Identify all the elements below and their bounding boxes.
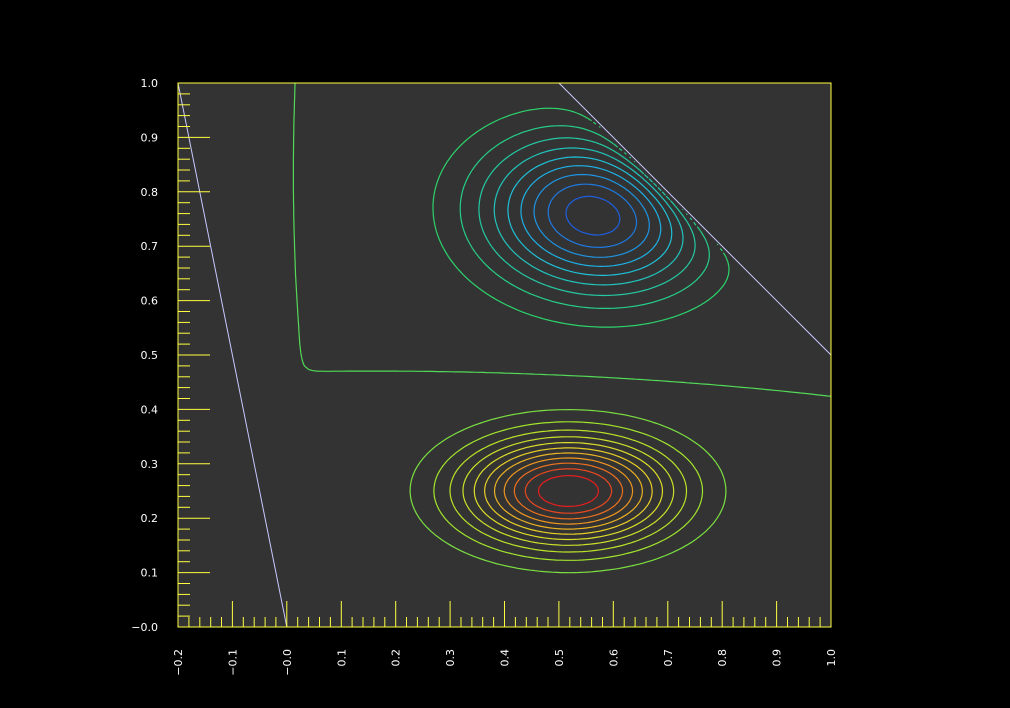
y-tick-label: 0.2 bbox=[141, 512, 159, 525]
y-tick-label: 0.4 bbox=[141, 403, 159, 416]
x-tick-label: 1.0 bbox=[825, 649, 838, 667]
x-tick-labels: −0.2 −0.1 −0.0 0.1 0.2 0.3 0.4 0.5 0.6 0.7 0.8 0.9 1… bbox=[172, 649, 838, 676]
plot-area bbox=[178, 83, 831, 627]
y-tick-label: 1.0 bbox=[141, 77, 159, 90]
x-tick-label: 0.6 bbox=[607, 649, 620, 667]
y-tick-label: 0.8 bbox=[141, 186, 159, 199]
x-tick-label: 0.2 bbox=[390, 649, 403, 667]
x-tick-label: 0.4 bbox=[499, 649, 512, 667]
x-tick-label: 0.8 bbox=[716, 649, 729, 667]
x-tick-label: 0.7 bbox=[662, 649, 675, 667]
y-tick-label: 0.5 bbox=[141, 349, 159, 362]
y-tick-label: 0.3 bbox=[141, 458, 159, 471]
y-tick-label: 0.1 bbox=[141, 567, 159, 580]
y-tick-label: 0.6 bbox=[141, 295, 159, 308]
y-tick-label: −0.0 bbox=[131, 621, 158, 634]
x-tick-label: 0.9 bbox=[771, 649, 784, 667]
y-tick-label: 0.7 bbox=[141, 240, 159, 253]
x-tick-label: −0.0 bbox=[281, 649, 294, 676]
x-tick-label: 0.5 bbox=[553, 649, 566, 667]
y-tick-label: 0.9 bbox=[141, 131, 159, 144]
x-tick-label: −0.2 bbox=[172, 649, 185, 676]
x-tick-label: 0.3 bbox=[444, 649, 457, 667]
y-tick-labels: −0.0 0.1 0.2 0.3 0.4 0.5 0.6 0.7 0.8 0.9 1.0 bbox=[131, 77, 158, 634]
x-tick-label: 0.1 bbox=[335, 649, 348, 667]
x-tick-label: −0.1 bbox=[226, 649, 239, 676]
contour-chart: −0.2 −0.1 −0.0 0.1 0.2 0.3 0.4 0.5 0.6 0.7 0.8 0.9 1… bbox=[131, 77, 838, 676]
